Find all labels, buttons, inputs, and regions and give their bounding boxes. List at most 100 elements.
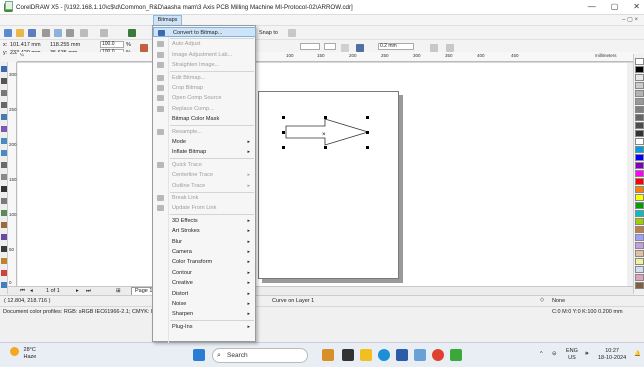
- color-swatch[interactable]: [635, 178, 644, 185]
- cut-icon[interactable]: [42, 29, 50, 37]
- x-position-field[interactable]: 101.417 mm: [10, 42, 41, 48]
- smart-fill-tool-icon[interactable]: [1, 126, 7, 132]
- blend-tool-icon[interactable]: [1, 234, 7, 240]
- color-swatch[interactable]: [635, 122, 644, 129]
- color-swatch[interactable]: [635, 274, 644, 281]
- menu-item-replace-comp[interactable]: Replace Comp...: [153, 104, 256, 114]
- color-swatch[interactable]: [635, 242, 644, 249]
- store-icon[interactable]: [396, 349, 408, 361]
- tray-overflow-icon[interactable]: ^: [540, 351, 543, 358]
- last-page-icon[interactable]: ⏭: [86, 288, 91, 295]
- end-arrow-dropdown[interactable]: [324, 43, 336, 50]
- ellipse-tool-icon[interactable]: [1, 150, 7, 156]
- menu-item-break-link[interactable]: Break Link: [153, 193, 256, 203]
- menu-item-inflate-bitmap[interactable]: Inflate Bitmap ▸: [153, 147, 256, 157]
- undo-icon[interactable]: [80, 29, 88, 37]
- document-icon[interactable]: [5, 1, 13, 10]
- menu-item-auto-adjust[interactable]: Auto Adjust: [153, 39, 256, 49]
- close-path-icon[interactable]: [430, 44, 438, 52]
- color-swatch[interactable]: [635, 282, 644, 289]
- color-swatch[interactable]: [635, 74, 644, 81]
- menu-item-3d-effects[interactable]: 3D Effects ▸: [153, 216, 256, 226]
- previous-page-icon[interactable]: ◂: [30, 288, 33, 294]
- color-swatch[interactable]: [635, 98, 644, 105]
- options-icon[interactable]: [288, 29, 296, 37]
- basic-shapes-tool-icon[interactable]: [1, 174, 7, 180]
- scale-width-field[interactable]: 100.0: [100, 41, 124, 48]
- copy-icon[interactable]: [54, 29, 62, 37]
- chrome-icon[interactable]: [432, 349, 444, 361]
- minimize-button[interactable]: —: [588, 2, 596, 11]
- color-swatch[interactable]: [635, 106, 644, 113]
- menu-item-mode[interactable]: Mode ▸: [153, 137, 256, 147]
- color-swatch[interactable]: [635, 66, 644, 73]
- polygon-tool-icon[interactable]: [1, 162, 7, 168]
- horizontal-ruler[interactable]: ¼ 100 150 200 250 300 350 400 450 millim…: [17, 52, 637, 62]
- new-icon[interactable]: [4, 29, 12, 37]
- menu-item-bitmap-color-mask[interactable]: Bitmap Color Mask: [153, 114, 256, 124]
- wrap-text-icon[interactable]: [356, 44, 364, 52]
- menu-item-outline-trace[interactable]: Outline Trace ▸: [153, 181, 256, 191]
- menu-item-straighten-image[interactable]: Straighten Image...: [153, 60, 256, 70]
- menu-item-noise[interactable]: Noise ▸: [153, 299, 256, 309]
- save-icon[interactable]: [28, 29, 36, 37]
- color-swatch[interactable]: [635, 186, 644, 193]
- vertical-ruler[interactable]: 300 250 200 150 100 50 0: [8, 62, 17, 292]
- eyedropper-tool-icon[interactable]: [1, 246, 7, 252]
- shape-tool-icon[interactable]: [1, 78, 7, 84]
- menu-item-convert-to-bitmap[interactable]: Convert to Bitmap...: [153, 27, 256, 37]
- maximize-button[interactable]: ▢: [611, 2, 619, 11]
- freehand-tool-icon[interactable]: [1, 114, 7, 120]
- zoom-tool-icon[interactable]: [1, 102, 7, 108]
- menu-item-contour[interactable]: Contour ▸: [153, 268, 256, 278]
- color-swatch[interactable]: [635, 146, 644, 153]
- menu-item-creative[interactable]: Creative ▸: [153, 278, 256, 288]
- crop-tool-icon[interactable]: [1, 90, 7, 96]
- menu-item-crop-bitmap[interactable]: Crop Bitmap: [153, 83, 256, 93]
- paste-icon[interactable]: [66, 29, 74, 37]
- color-swatch[interactable]: [635, 210, 644, 217]
- interactive-fill-tool-icon[interactable]: [1, 282, 7, 288]
- color-swatch[interactable]: [635, 266, 644, 273]
- taskbar-app-icon[interactable]: [322, 349, 334, 361]
- menu-item-open-comp-source[interactable]: Open Comp Source: [153, 93, 256, 103]
- color-swatch[interactable]: [635, 194, 644, 201]
- width-field[interactable]: 118.255 mm: [50, 42, 80, 48]
- outline-tool-icon[interactable]: [1, 258, 7, 264]
- color-swatch[interactable]: [635, 226, 644, 233]
- color-swatch[interactable]: [635, 218, 644, 225]
- app-icon[interactable]: [414, 349, 426, 361]
- color-swatch[interactable]: [635, 130, 644, 137]
- first-page-icon[interactable]: ⏮: [20, 288, 25, 295]
- add-page-icon[interactable]: ⊞: [116, 288, 121, 294]
- line-style-dropdown[interactable]: [300, 43, 320, 50]
- menu-item-update-from-link[interactable]: Update From Link: [153, 203, 256, 213]
- color-swatch[interactable]: [635, 82, 644, 89]
- clock[interactable]: 10:27 18-10-2024: [598, 348, 626, 362]
- snap-to-dropdown[interactable]: Snap to: [259, 30, 278, 36]
- menu-item-centerline-trace[interactable]: Centerline Trace ▸: [153, 170, 256, 180]
- outline-width-field[interactable]: 0.2 mm: [378, 43, 414, 50]
- menu-item-blur[interactable]: Blur ▸: [153, 237, 256, 247]
- rotate-icon[interactable]: [140, 44, 148, 52]
- color-swatch[interactable]: [635, 162, 644, 169]
- notification-icon[interactable]: 🔔: [634, 351, 641, 358]
- color-swatch[interactable]: [635, 258, 644, 265]
- color-swatch[interactable]: [635, 58, 644, 65]
- table-tool-icon[interactable]: [1, 198, 7, 204]
- file-explorer-icon[interactable]: [360, 349, 372, 361]
- color-swatch[interactable]: [635, 154, 644, 161]
- menu-item-color-transform[interactable]: Color Transform ▸: [153, 257, 256, 267]
- redo-icon[interactable]: [100, 29, 108, 37]
- mirror-icon[interactable]: [341, 44, 349, 52]
- speaker-icon[interactable]: 🕪: [585, 351, 588, 358]
- next-page-icon[interactable]: ▸: [76, 288, 79, 294]
- rectangle-tool-icon[interactable]: [1, 138, 7, 144]
- menu-item-art-strokes[interactable]: Art Strokes ▸: [153, 226, 256, 236]
- language-indicator[interactable]: ENG US: [566, 348, 578, 362]
- document-window-controls[interactable]: – ▢ ×: [622, 16, 638, 23]
- color-swatch[interactable]: [635, 202, 644, 209]
- import-icon[interactable]: [128, 29, 136, 37]
- menu-item-distort[interactable]: Distort ▸: [153, 289, 256, 299]
- color-swatch[interactable]: [635, 234, 644, 241]
